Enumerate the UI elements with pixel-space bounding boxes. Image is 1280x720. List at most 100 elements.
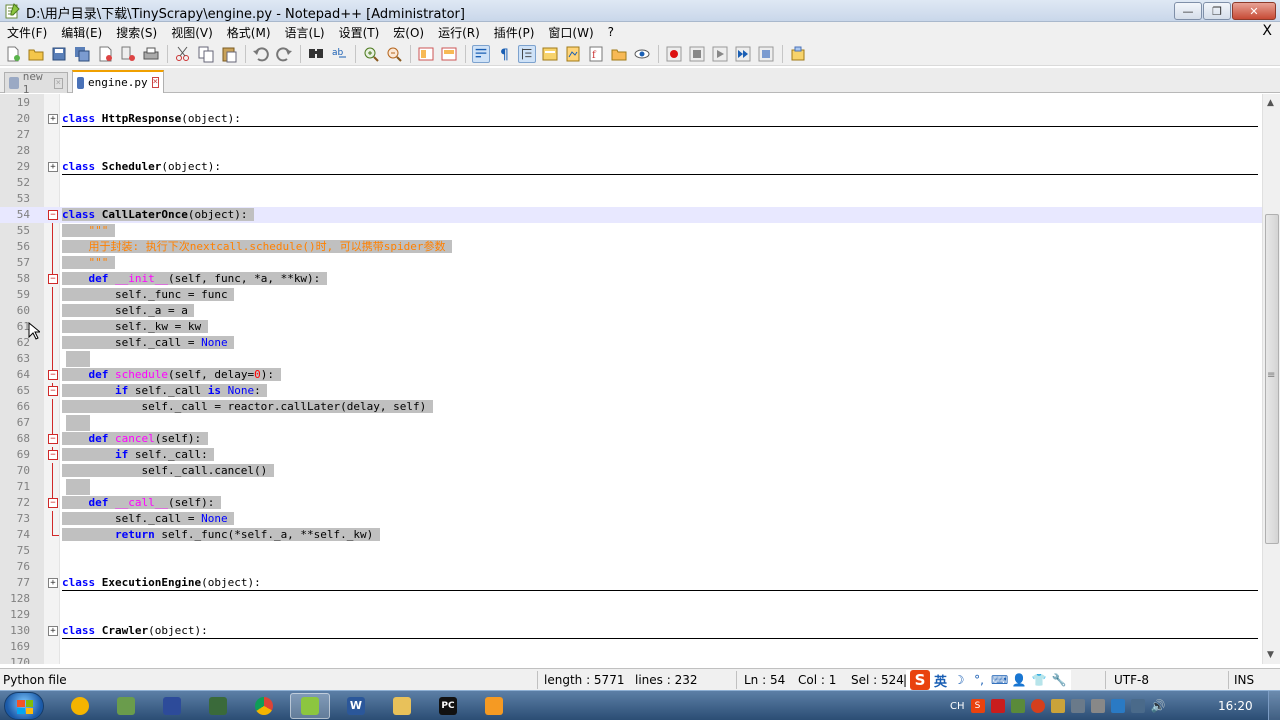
- fold-expand-icon[interactable]: +: [48, 578, 58, 588]
- code-line[interactable]: 73 self._call = None: [0, 511, 1262, 527]
- code-line[interactable]: 64 − def schedule(self, delay=0):: [0, 367, 1262, 383]
- restore-button[interactable]: ❐: [1203, 2, 1231, 20]
- record-tray-icon[interactable]: [1030, 699, 1045, 713]
- code-line[interactable]: 170: [0, 655, 1262, 664]
- replace-icon[interactable]: ab: [330, 45, 348, 63]
- show-all-chars-icon[interactable]: ¶: [495, 45, 513, 63]
- save-macro-icon[interactable]: [757, 45, 775, 63]
- code-line[interactable]: 130 + class Crawler(object):: [0, 623, 1262, 639]
- code-line[interactable]: 28: [0, 143, 1262, 159]
- fold-collapse-icon[interactable]: −: [48, 434, 58, 444]
- function-list-icon[interactable]: f: [587, 45, 605, 63]
- save-icon[interactable]: [50, 45, 68, 63]
- code-line[interactable]: 52: [0, 175, 1262, 191]
- code-line[interactable]: 72 − def __call__(self):: [0, 495, 1262, 511]
- sogou-tray-icon[interactable]: S: [970, 699, 985, 713]
- fold-collapse-icon[interactable]: −: [48, 370, 58, 380]
- save-all-icon[interactable]: [73, 45, 91, 63]
- taskbar-app-notepadpp[interactable]: [290, 693, 330, 719]
- network-tray-icon[interactable]: [1070, 699, 1085, 713]
- code-line[interactable]: 66 self._call = reactor.callLater(delay,…: [0, 399, 1262, 415]
- code-line[interactable]: 27: [0, 127, 1262, 143]
- code-editor[interactable]: 19 20 + class HttpResponse(object): 27 28 29 + c…: [0, 94, 1262, 664]
- code-line[interactable]: 20 + class HttpResponse(object):: [0, 111, 1262, 127]
- code-line[interactable]: 71: [0, 479, 1262, 495]
- menu-format[interactable]: 格式(M): [220, 24, 278, 41]
- show-desktop-button[interactable]: [1268, 691, 1280, 720]
- redo-icon[interactable]: [275, 45, 293, 63]
- tab-close-icon[interactable]: ×: [53, 77, 63, 89]
- antivirus-icon[interactable]: [990, 699, 1005, 713]
- menu-file[interactable]: 文件(F): [0, 24, 54, 41]
- fold-expand-icon[interactable]: +: [48, 626, 58, 636]
- taskbar-app-sublime[interactable]: [474, 693, 514, 719]
- doc-map-icon[interactable]: [564, 45, 582, 63]
- code-line[interactable]: 19: [0, 95, 1262, 111]
- close-button[interactable]: ✕: [1232, 2, 1276, 20]
- play-macro-icon[interactable]: [711, 45, 729, 63]
- menu-help[interactable]: ?: [601, 25, 621, 39]
- tab-engine-py[interactable]: engine.py ×: [72, 70, 164, 93]
- copy-icon[interactable]: [197, 45, 215, 63]
- word-wrap-icon[interactable]: [472, 44, 490, 63]
- connection-tray-icon[interactable]: [1130, 699, 1145, 713]
- menu-plugins[interactable]: 插件(P): [487, 24, 542, 41]
- fold-collapse-icon[interactable]: −: [48, 450, 58, 460]
- code-line[interactable]: 68 − def cancel(self):: [0, 431, 1262, 447]
- taskbar-app-pycharm[interactable]: PC: [428, 693, 468, 719]
- code-line[interactable]: 57 """: [0, 255, 1262, 271]
- run-macro-multiple-icon[interactable]: [734, 45, 752, 63]
- fold-expand-icon[interactable]: +: [48, 162, 58, 172]
- sync-horizontal-icon[interactable]: [440, 45, 458, 63]
- fold-collapse-icon[interactable]: −: [48, 386, 58, 396]
- taskbar-app-browser[interactable]: [60, 693, 100, 719]
- find-icon[interactable]: [307, 45, 325, 63]
- menu-settings[interactable]: 设置(T): [332, 24, 387, 41]
- moon-icon[interactable]: ☽: [951, 673, 967, 687]
- code-line[interactable]: 77 + class ExecutionEngine(object):: [0, 575, 1262, 591]
- taskbar-app-tool[interactable]: [198, 693, 238, 719]
- punctuation-icon[interactable]: °,: [971, 673, 987, 687]
- vertical-scrollbar[interactable]: ▲ ≡ ▼: [1262, 94, 1280, 664]
- code-line[interactable]: 58 − def __init__(self, func, *a, **kw):: [0, 271, 1262, 287]
- wrench-icon[interactable]: 🔧: [1051, 673, 1067, 687]
- code-line[interactable]: 75: [0, 543, 1262, 559]
- open-file-icon[interactable]: [27, 45, 45, 63]
- code-line[interactable]: 128: [0, 591, 1262, 607]
- indent-guide-icon[interactable]: [518, 44, 536, 63]
- menu-language[interactable]: 语言(L): [278, 24, 332, 41]
- fold-collapse-icon[interactable]: −: [48, 498, 58, 508]
- folder-workspace-icon[interactable]: [610, 45, 628, 63]
- code-line[interactable]: 74 return self._func(*self._a, **self._k…: [0, 527, 1262, 543]
- menu-macro[interactable]: 宏(O): [386, 24, 431, 41]
- code-line[interactable]: 169: [0, 639, 1262, 655]
- code-line[interactable]: 129: [0, 607, 1262, 623]
- code-line[interactable]: 54 − class CallLaterOnce(object):: [0, 207, 1262, 223]
- user-icon[interactable]: 👤: [1011, 673, 1027, 687]
- code-line[interactable]: 65 − if self._call is None:: [0, 383, 1262, 399]
- tab-close-icon[interactable]: ×: [151, 77, 159, 88]
- record-macro-icon[interactable]: [665, 45, 683, 63]
- plugin-icon[interactable]: [789, 45, 807, 63]
- tab-new-1[interactable]: new 1 ×: [4, 70, 68, 96]
- code-line[interactable]: 62 self._call = None: [0, 335, 1262, 351]
- close-all-icon[interactable]: [119, 45, 137, 63]
- ime-mode[interactable]: 英: [934, 671, 947, 690]
- taskbar-app-chrome[interactable]: [244, 693, 284, 719]
- code-line[interactable]: 55 """: [0, 223, 1262, 239]
- code-line[interactable]: 59 self._func = func: [0, 287, 1262, 303]
- ime-toolbar[interactable]: S 英 ☽ °, ⌨ 👤 👕 🔧: [906, 670, 1072, 690]
- skin-icon[interactable]: 👕: [1031, 673, 1047, 687]
- code-line[interactable]: 56 用于封装: 执行下次nextcall.schedule()时, 可以携带s…: [0, 239, 1262, 255]
- code-line[interactable]: 61 self._kw = kw: [0, 319, 1262, 335]
- taskbar-app-floppy[interactable]: [152, 693, 192, 719]
- code-line[interactable]: 69 − if self._call:: [0, 447, 1262, 463]
- code-line[interactable]: 76: [0, 559, 1262, 575]
- start-button[interactable]: [4, 692, 44, 720]
- menu-edit[interactable]: 编辑(E): [54, 24, 109, 41]
- code-line[interactable]: 67: [0, 415, 1262, 431]
- paste-icon[interactable]: [220, 45, 238, 63]
- sync-vertical-icon[interactable]: [417, 45, 435, 63]
- new-file-icon[interactable]: [4, 45, 22, 63]
- sogou-logo-icon[interactable]: S: [910, 670, 930, 690]
